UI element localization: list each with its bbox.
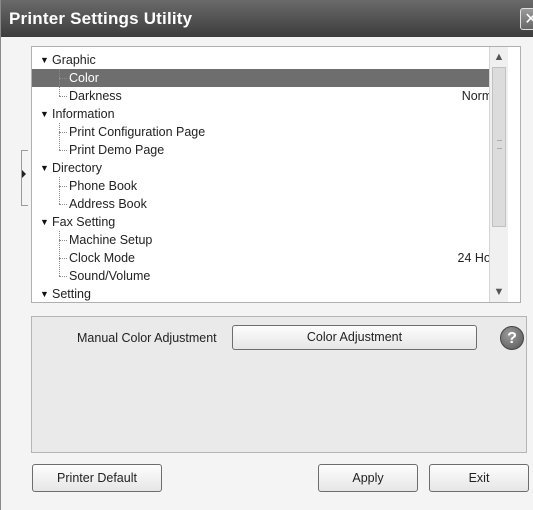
tree-item-label: Graphic xyxy=(52,53,96,67)
tree-item-label: Fax Setting xyxy=(52,215,116,229)
tree-item-machine-setup[interactable]: Machine Setup xyxy=(32,231,504,249)
tree-item-label: Machine Setup xyxy=(69,233,153,247)
scroll-down-arrow-icon[interactable]: ▼ xyxy=(491,284,507,300)
exit-button[interactable]: Exit xyxy=(429,464,529,492)
tree-connector xyxy=(59,177,60,204)
tree-connector xyxy=(59,69,60,96)
close-button[interactable]: ✕ xyxy=(520,8,533,30)
tree-scrollbar[interactable]: ▲ ▼ xyxy=(489,47,508,302)
scroll-grip-icon xyxy=(497,140,502,149)
tree-connector xyxy=(59,276,67,277)
expand-toggle-icon[interactable]: ▼ xyxy=(40,105,49,123)
tree-connector xyxy=(59,123,60,150)
scroll-up-arrow-icon[interactable]: ▲ xyxy=(491,49,507,65)
tree-item-graphic[interactable]: ▼ Graphic xyxy=(32,51,504,69)
expand-toggle-icon[interactable]: ▼ xyxy=(40,285,49,302)
apply-button[interactable]: Apply xyxy=(318,464,418,492)
tree-item-phone-book[interactable]: Phone Book xyxy=(32,177,504,195)
tree-item-label: Sound/Volume xyxy=(69,269,151,283)
scroll-thumb[interactable] xyxy=(492,67,506,227)
tree-item-label: Clock Mode xyxy=(69,251,135,265)
tree-item-print-demo[interactable]: Print Demo Page xyxy=(32,141,504,159)
tree-connector xyxy=(59,78,67,79)
close-icon: ✕ xyxy=(524,11,533,28)
tree-item-directory[interactable]: ▼ Directory xyxy=(32,159,504,177)
tree-connector xyxy=(59,186,67,187)
tree-connector xyxy=(59,258,67,259)
tree-item-sound-volume[interactable]: Sound/Volume xyxy=(32,267,504,285)
side-panel-handle[interactable] xyxy=(21,150,28,206)
printer-settings-window: Printer Settings Utility ✕ ▼ Graphic Color… xyxy=(0,0,533,510)
tree-item-label: Print Configuration Page xyxy=(69,125,206,139)
tree-item-label: Setting xyxy=(52,287,91,301)
tree-item-setting[interactable]: ▼ Setting xyxy=(32,285,504,302)
settings-tree: ▼ Graphic Color Darkness Normal ▼ Information P… xyxy=(31,46,521,303)
tree-item-label: Phone Book xyxy=(69,179,138,193)
expand-toggle-icon[interactable]: ▼ xyxy=(40,51,49,69)
tree-connector xyxy=(59,231,60,276)
tree-connector xyxy=(59,132,67,133)
help-icon[interactable]: ? xyxy=(500,326,524,350)
tree-connector xyxy=(59,96,67,97)
tree-item-address-book[interactable]: Address Book xyxy=(32,195,504,213)
tree-connector xyxy=(59,150,67,151)
detail-panel: Manual Color Adjustment Color Adjustment… xyxy=(31,316,527,453)
window-title: Printer Settings Utility xyxy=(9,9,193,28)
tree-item-label: Address Book xyxy=(69,197,147,211)
tree-item-label: Print Demo Page xyxy=(69,143,165,157)
expand-arrow-icon[interactable] xyxy=(22,170,26,178)
tree-item-label: Information xyxy=(52,107,115,121)
expand-toggle-icon[interactable]: ▼ xyxy=(40,213,49,231)
tree-item-clock-mode[interactable]: Clock Mode 24 Hour xyxy=(32,249,504,267)
tree-item-fax-setting[interactable]: ▼ Fax Setting xyxy=(32,213,504,231)
tree-item-label: Color xyxy=(69,71,99,85)
tree-item-label: Darkness xyxy=(69,89,122,103)
manual-color-adjustment-label: Manual Color Adjustment xyxy=(77,331,217,345)
title-bar: Printer Settings Utility ✕ xyxy=(1,0,533,37)
expand-toggle-icon[interactable]: ▼ xyxy=(40,159,49,177)
tree-item-label: Directory xyxy=(52,161,103,175)
tree-item-color[interactable]: Color xyxy=(32,69,504,87)
tree-connector xyxy=(59,240,67,241)
color-adjustment-button[interactable]: Color Adjustment xyxy=(232,325,477,350)
printer-default-button[interactable]: Printer Default xyxy=(32,464,162,492)
tree-connector xyxy=(59,204,67,205)
tree-item-print-config[interactable]: Print Configuration Page xyxy=(32,123,504,141)
tree-item-information[interactable]: ▼ Information xyxy=(32,105,504,123)
tree-item-darkness[interactable]: Darkness Normal xyxy=(32,87,504,105)
